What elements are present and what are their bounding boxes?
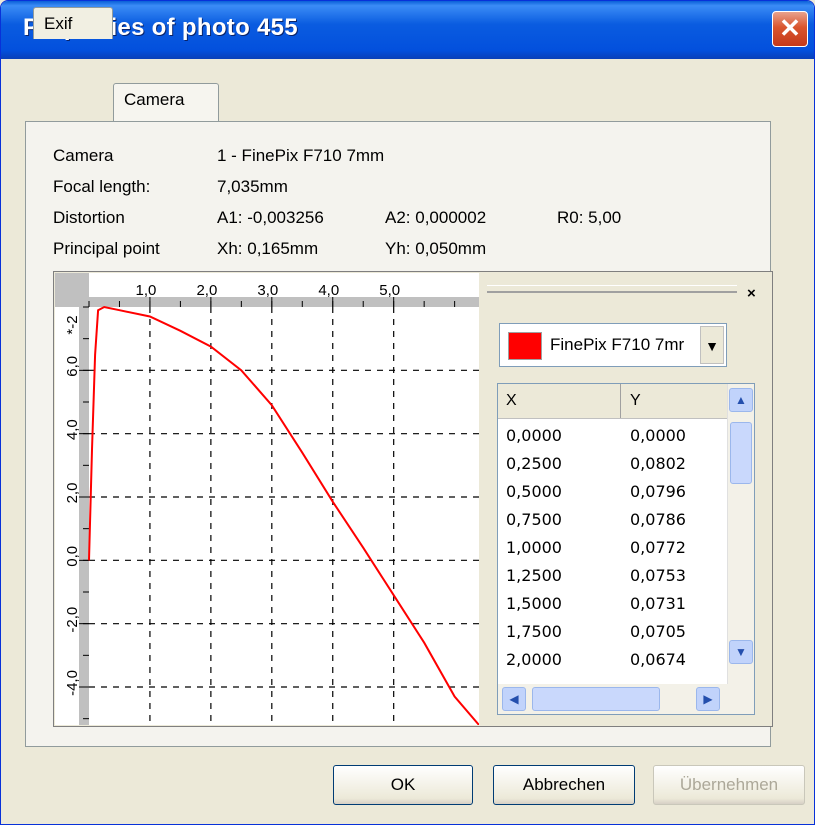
table-header: X Y xyxy=(498,384,728,419)
table-cell-x: 0,5000 xyxy=(506,482,562,501)
distortion-r0: R0: 5,00 xyxy=(557,208,622,227)
distortion-curve xyxy=(88,305,480,726)
x-tick-label: 3,0 xyxy=(257,282,278,299)
y-tick-label: 2,0 xyxy=(64,483,81,504)
camera-label: Camera xyxy=(53,146,114,165)
x-tick-label: 5,0 xyxy=(379,282,400,299)
chevron-down-icon: ▼ xyxy=(705,338,719,354)
close-button[interactable]: ✕ xyxy=(772,11,808,47)
table-cell-y: 0,0731 xyxy=(630,594,686,613)
table-cell-y: 0,0796 xyxy=(630,482,686,501)
chevron-left-icon: ◀ xyxy=(509,692,519,706)
scroll-left-button[interactable]: ◀ xyxy=(502,687,526,711)
x-tick-label: 1,0 xyxy=(136,282,157,299)
table-cell-x: 0,2500 xyxy=(506,454,562,473)
table-row[interactable]: 0,7500 0,0786 xyxy=(498,506,728,534)
tab-camera-label: Camera xyxy=(124,90,185,109)
distortion-a2: A2: 0,000002 xyxy=(385,208,487,227)
table-cell-y: 0,0705 xyxy=(630,622,686,641)
data-table[interactable]: X Y 0,0000 0,0000 0,2500 0,0802 0,5000 0,0796… xyxy=(497,383,755,715)
table-cell-x: 1,2500 xyxy=(506,566,562,585)
y-tick-label: -2,0 xyxy=(64,607,81,633)
column-header-x[interactable]: X xyxy=(506,392,517,410)
table-cell-y: 0,0802 xyxy=(630,454,686,473)
y-tick-label: -4,0 xyxy=(64,670,81,696)
table-cell-y: 0,0000 xyxy=(630,426,686,445)
title-bar[interactable]: Properties of photo 455 ✕ xyxy=(1,1,814,59)
scroll-right-button[interactable]: ▶ xyxy=(696,687,720,711)
series-select-value: FinePix F710 7mr xyxy=(550,335,685,354)
table-cell-x: 2,0000 xyxy=(506,650,562,669)
dropdown-button[interactable]: ▼ xyxy=(700,326,724,364)
pane-close-button[interactable]: × xyxy=(747,285,756,302)
vertical-scrollbar[interactable]: ▲ ▼ xyxy=(727,384,754,684)
y-tick-label: 4,0 xyxy=(64,419,81,440)
table-cell-y: 0,0753 xyxy=(630,566,686,585)
table-row[interactable]: 1,2500 0,0753 xyxy=(498,562,728,590)
series-color-swatch xyxy=(508,332,542,360)
table-cell-x: 1,7500 xyxy=(506,622,562,641)
table-body: 0,0000 0,0000 0,2500 0,0802 0,5000 0,0796 0,75… xyxy=(498,422,728,674)
table-cell-y: 0,0674 xyxy=(630,650,686,669)
close-icon: ✕ xyxy=(779,13,801,43)
horizontal-scrollbar[interactable]: ◀ ▶ xyxy=(498,684,754,714)
apply-button[interactable]: Übernehmen xyxy=(653,765,805,805)
y-tick-label: 0,0 xyxy=(64,546,81,567)
focal-length-value: 7,035mm xyxy=(217,177,288,196)
tab-exif-label: Exif xyxy=(44,14,73,33)
tab-camera[interactable]: Camera xyxy=(113,83,219,121)
properties-dialog: Properties of photo 455 ✕ Exif Camera Ca… xyxy=(0,0,815,825)
chevron-right-icon: ▶ xyxy=(703,692,713,706)
x-tick-label: 2,0 xyxy=(196,282,217,299)
distortion-a1: A1: -0,003256 xyxy=(217,208,324,227)
y-unit-label: *-2 xyxy=(64,315,81,334)
table-cell-x: 0,0000 xyxy=(506,426,562,445)
table-row[interactable]: 0,0000 0,0000 xyxy=(498,422,728,450)
series-select[interactable]: FinePix F710 7mr ▼ xyxy=(499,323,727,367)
distortion-plot[interactable]: 1,0 2,0 3,0 4,0 5,0 6,0 4,0 2,0 0,0 -2,0 -4,0 *-2 xyxy=(55,273,480,726)
table-row[interactable]: 1,0000 0,0772 xyxy=(498,534,728,562)
cancel-button[interactable]: Abbrechen xyxy=(493,765,635,805)
table-row[interactable]: 0,2500 0,0802 xyxy=(498,450,728,478)
principal-point-xh: Xh: 0,165mm xyxy=(217,239,319,258)
table-cell-x: 1,5000 xyxy=(506,594,562,613)
chevron-down-icon: ▼ xyxy=(735,645,747,659)
chevron-up-icon: ▲ xyxy=(735,393,747,407)
pane-grip-line xyxy=(487,291,737,292)
table-cell-x: 0,7500 xyxy=(506,510,562,529)
table-row[interactable]: 1,5000 0,0731 xyxy=(498,590,728,618)
column-separator[interactable] xyxy=(620,384,621,418)
table-row[interactable]: 0,5000 0,0796 xyxy=(498,478,728,506)
scroll-down-button[interactable]: ▼ xyxy=(729,640,753,664)
table-cell-y: 0,0772 xyxy=(630,538,686,557)
horizontal-scroll-thumb[interactable] xyxy=(532,687,660,711)
vertical-scroll-thumb[interactable] xyxy=(730,422,752,484)
tab-exif[interactable]: Exif xyxy=(33,7,113,39)
principal-point-label: Principal point xyxy=(53,239,160,258)
table-row[interactable]: 1,7500 0,0705 xyxy=(498,618,728,646)
ok-button[interactable]: OK xyxy=(333,765,473,805)
distortion-label: Distortion xyxy=(53,208,125,227)
table-cell-y: 0,0786 xyxy=(630,510,686,529)
table-row[interactable]: 2,0000 0,0674 xyxy=(498,646,728,674)
y-tick-label: 6,0 xyxy=(64,356,81,377)
x-tick-label: 4,0 xyxy=(318,282,339,299)
principal-point-yh: Yh: 0,050mm xyxy=(385,239,487,258)
focal-length-label: Focal length: xyxy=(53,177,151,196)
scroll-up-button[interactable]: ▲ xyxy=(729,388,753,412)
camera-value: 1 - FinePix F710 7mm xyxy=(217,146,385,165)
distortion-chart-svg: 1,0 2,0 3,0 4,0 5,0 6,0 4,0 2,0 0,0 -2,0 -4,0 *-2 xyxy=(55,273,480,726)
table-cell-x: 1,0000 xyxy=(506,538,562,557)
column-header-y[interactable]: Y xyxy=(630,392,641,410)
